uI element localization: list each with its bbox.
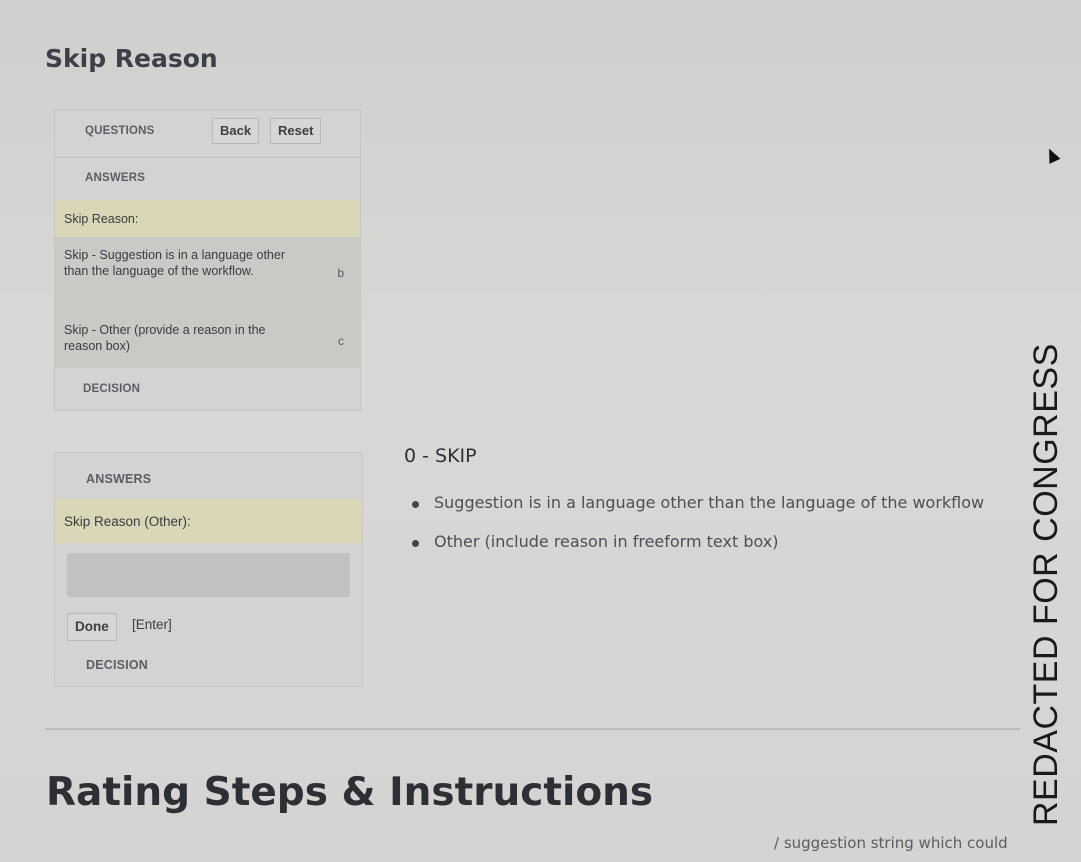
decision-header: DECISION (86, 658, 149, 672)
list-item: Suggestion is in a language other than t… (411, 493, 985, 512)
back-button[interactable]: Back (212, 118, 260, 144)
done-shortcut-hint: [Enter] (132, 617, 172, 632)
skip-heading: 0 - SKIP (404, 445, 477, 467)
skip-bullet-list: Suggestion is in a language other than t… (411, 493, 985, 571)
mouse-cursor-icon (1043, 146, 1061, 164)
answers-header: ANSWERS (85, 172, 146, 184)
answers-panel: ANSWERS Skip Reason (Other): Done [Enter… (54, 452, 363, 687)
divider (55, 157, 360, 158)
answer-option-text: Skip - Other (provide a reason in the re… (64, 323, 266, 354)
page-title: Skip Reason (45, 44, 218, 73)
skip-reason-other-label: Skip Reason (Other): (64, 514, 191, 529)
answer-option-shortcut: c (338, 334, 344, 348)
decision-header: DECISION (83, 383, 141, 395)
rating-steps-heading: Rating Steps & Instructions (46, 770, 654, 815)
questions-panel: QUESTIONS Back Reset ANSWERS Skip Reason… (54, 109, 361, 411)
skip-reason-other-row: Skip Reason (Other): (55, 499, 362, 543)
done-button[interactable]: Done (67, 613, 117, 641)
questions-header: QUESTIONS (85, 125, 155, 137)
answers-header: ANSWERS (86, 472, 152, 486)
answer-option-other[interactable]: Skip - Other (provide a reason in the re… (55, 310, 360, 368)
section-divider (45, 728, 1020, 730)
reason-text-input[interactable] (67, 553, 350, 597)
skip-instructions: 0 - SKIP Suggestion is in a language oth… (404, 445, 1024, 551)
answer-option-text: Skip - Suggestion is in a language other… (64, 248, 285, 279)
reset-button[interactable]: Reset (270, 118, 322, 144)
answer-option-language[interactable]: Skip - Suggestion is in a language other… (55, 237, 360, 310)
skip-reason-label-row: Skip Reason: (55, 200, 360, 237)
partial-text: / suggestion string which could (774, 834, 1008, 852)
redaction-watermark: REDACTED FOR CONGRESS (1027, 343, 1065, 826)
list-item: Other (include reason in freeform text b… (411, 532, 984, 551)
skip-reason-label: Skip Reason: (64, 212, 139, 226)
answer-option-shortcut: b (337, 266, 344, 280)
